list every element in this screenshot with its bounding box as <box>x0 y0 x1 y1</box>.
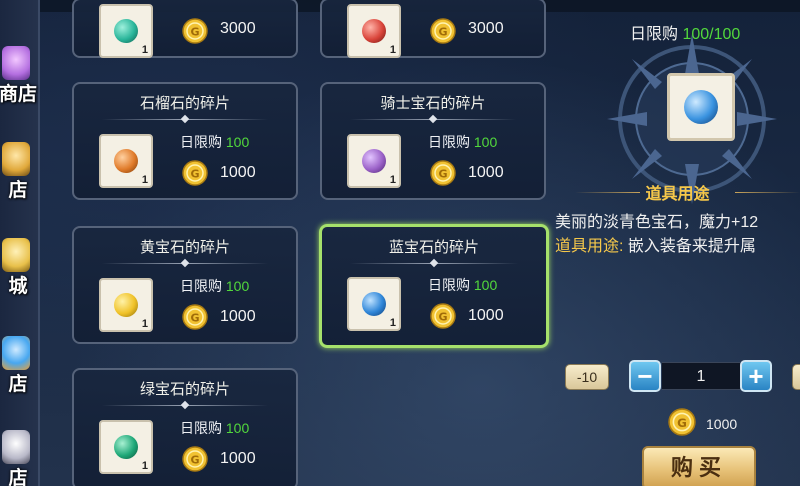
gem-orb-icon <box>684 90 718 124</box>
gem-orb-icon <box>362 19 386 43</box>
item-card[interactable]: 绿宝石的碎片 1 日限购 100 G 1000 <box>72 368 298 486</box>
minus-button[interactable]: − <box>629 360 661 392</box>
total-price: 1000 <box>706 416 738 432</box>
item-price: 1000 <box>220 308 256 325</box>
usage-title: 道具用途 <box>555 180 800 204</box>
item-price: 1000 <box>220 164 256 181</box>
sidebar-item-shop-3[interactable]: 店 <box>0 330 40 400</box>
item-description: 美丽的淡青色宝石，魔力+12 道具用途: 嵌入装备来提升属 <box>555 211 800 259</box>
item-card-selected[interactable]: 蓝宝石的碎片 1 日限购 100 G 1000 <box>319 224 549 348</box>
daily-limit: 日限购 100 <box>180 278 250 294</box>
svg-text:G: G <box>190 26 199 39</box>
sidebar-item-label: 店 <box>8 374 28 395</box>
gold-coin-icon: G <box>430 18 456 44</box>
usage-label: 道具用途: <box>555 238 624 255</box>
usage-text: 嵌入装备来提升属 <box>627 238 756 255</box>
gold-coin-icon: G <box>430 160 456 186</box>
description-line: 美丽的淡青色宝石，魔力+12 <box>555 214 759 231</box>
flower-gem-icon <box>2 46 30 80</box>
sidebar-item-label: 店 <box>8 468 28 486</box>
quantity-input[interactable]: 1 <box>662 362 740 390</box>
daily-limit: 日限购 100 <box>428 134 498 150</box>
gold-crown-icon <box>2 238 30 272</box>
gem-orb-icon <box>114 19 138 43</box>
gem-orb-icon <box>114 293 138 317</box>
svg-text:G: G <box>438 311 447 324</box>
usage-line: 道具用途: 嵌入装备来提升属 <box>555 235 800 259</box>
item-qty: 1 <box>389 44 396 56</box>
sidebar-item-label: 城 <box>8 276 28 297</box>
item-slot: 1 <box>347 134 401 188</box>
item-slot: 1 <box>99 134 153 188</box>
item-qty: 1 <box>141 318 148 330</box>
daily-limit: 日限购 100 <box>428 277 498 293</box>
detail-daily-limit: 日限购 100/100 <box>630 26 741 43</box>
detail-item-slot <box>667 73 735 141</box>
item-card[interactable]: 黄宝石的碎片 1 日限购 100 G 1000 <box>72 226 298 344</box>
blue-flame-gem-icon <box>2 336 30 370</box>
item-card[interactable]: 石榴石的碎片 1 日限购 100 G 1000 <box>72 82 298 200</box>
gold-coin-icon: G <box>182 160 208 186</box>
sidebar-item-shop-4[interactable]: 店 <box>0 424 40 486</box>
divider <box>102 119 268 120</box>
item-slot: 1 <box>99 420 153 474</box>
gold-coin-icon: G <box>668 408 696 436</box>
sidebar-item-shop-2[interactable]: 店 <box>0 136 40 206</box>
gem-orb-icon <box>114 149 138 173</box>
sidebar-item-shop-1[interactable]: 商店 <box>0 40 40 110</box>
item-slot: 1 <box>99 278 153 332</box>
item-qty: 1 <box>141 174 148 186</box>
svg-text:G: G <box>438 168 447 181</box>
buy-button[interactable]: 购买 <box>642 446 756 486</box>
shop-sidebar: 商店 店 城 店 店 <box>0 0 40 486</box>
item-name: 蓝宝石的碎片 <box>388 239 479 256</box>
sidebar-item-label: 商店 <box>0 84 37 105</box>
svg-text:G: G <box>677 416 687 430</box>
item-qty: 1 <box>389 317 396 329</box>
item-qty: 1 <box>141 44 148 56</box>
minus-10-button[interactable]: -10 <box>565 364 609 390</box>
gem-orb-icon <box>362 149 386 173</box>
gem-orb-icon <box>114 435 138 459</box>
item-card[interactable]: 1 G 3000 <box>320 0 546 58</box>
item-slot: 1 <box>347 4 401 58</box>
gold-coin-icon: G <box>430 303 456 329</box>
svg-text:G: G <box>438 26 447 39</box>
item-name: 黄宝石的碎片 <box>139 239 230 256</box>
gold-coin-icon: G <box>182 446 208 472</box>
crown-gem-icon <box>2 142 30 176</box>
divider <box>102 263 268 264</box>
sidebar-item-label: 店 <box>8 180 28 201</box>
gold-coin-icon: G <box>182 18 208 44</box>
item-price: 3000 <box>468 20 504 37</box>
item-name: 骑士宝石的碎片 <box>380 95 486 112</box>
item-slot: 1 <box>99 4 153 58</box>
divider <box>350 263 518 264</box>
item-name: 绿宝石的碎片 <box>139 381 230 398</box>
item-card[interactable]: 1 G 3000 <box>72 0 298 58</box>
daily-limit: 日限购 100 <box>180 420 250 436</box>
daily-limit: 日限购 100 <box>180 134 250 150</box>
plus-10-button[interactable] <box>792 364 800 390</box>
item-price: 3000 <box>220 20 256 37</box>
item-slot: 1 <box>347 277 401 331</box>
item-price: 1000 <box>220 450 256 467</box>
plus-button[interactable]: + <box>740 360 772 392</box>
item-qty: 1 <box>389 174 396 186</box>
svg-text:G: G <box>190 168 199 181</box>
item-qty: 1 <box>141 460 148 472</box>
svg-text:G: G <box>190 454 199 467</box>
item-price: 1000 <box>468 307 504 324</box>
item-card[interactable]: 骑士宝石的碎片 1 日限购 100 G 1000 <box>320 82 546 200</box>
item-name: 石榴石的碎片 <box>139 95 230 112</box>
wing-gem-icon <box>2 430 30 464</box>
gem-orb-icon <box>362 292 386 316</box>
item-price: 1000 <box>468 164 504 181</box>
divider <box>102 405 268 406</box>
divider <box>350 119 516 120</box>
svg-text:G: G <box>190 312 199 325</box>
sidebar-item-mall[interactable]: 城 <box>0 232 40 302</box>
gold-coin-icon: G <box>182 304 208 330</box>
